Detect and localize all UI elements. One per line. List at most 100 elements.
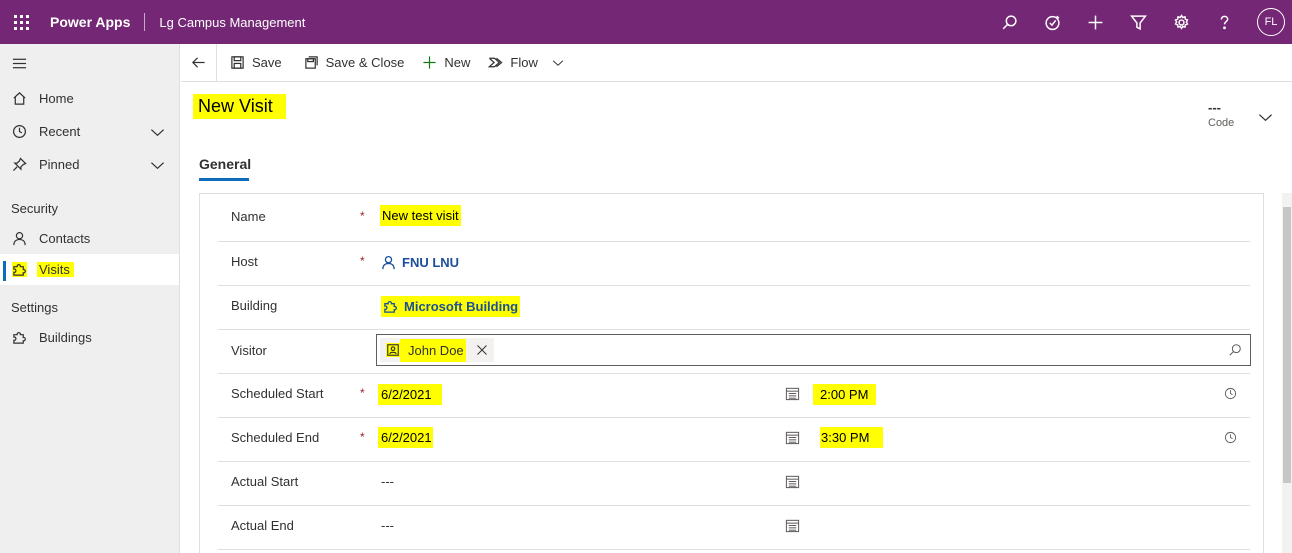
visitor-lookup-input[interactable]: John Doe [376, 334, 1251, 366]
required-marker: * [360, 209, 365, 223]
chevron-down-icon[interactable] [150, 125, 165, 140]
scrollbar-thumb[interactable] [1283, 207, 1291, 483]
required-marker: * [360, 386, 365, 400]
building-link[interactable]: Microsoft Building [404, 299, 518, 314]
field-row-scheduled-end: Scheduled End * 6/2/2021 3:30 PM [218, 418, 1250, 462]
field-label-host: Host [231, 254, 258, 269]
building-lookup[interactable]: Microsoft Building [381, 296, 521, 317]
sidebar-item-label: Contacts [39, 230, 91, 246]
field-label-building: Building [231, 298, 278, 313]
calendar-icon[interactable] [785, 386, 800, 404]
code-value: --- [1208, 100, 1221, 115]
new-label: New [444, 55, 471, 70]
back-button[interactable] [181, 43, 217, 82]
sidebar-group-settings: Settings [11, 300, 58, 315]
page-title: New Visit [193, 94, 286, 119]
field-row-visitor: Visitor John Doe [218, 330, 1251, 374]
puzzle-icon [12, 262, 27, 277]
top-app-bar: Power Apps Lg Campus Management FL [0, 0, 1292, 44]
clock-icon[interactable] [1224, 387, 1237, 403]
visitor-chip[interactable]: John Doe [380, 338, 494, 362]
puzzle-icon [384, 300, 397, 313]
scheduled-start-time-input[interactable]: 2:00 PM [813, 384, 877, 405]
actual-start-date-input[interactable]: --- [381, 474, 394, 489]
calendar-icon[interactable] [785, 430, 800, 448]
clock-icon[interactable] [1224, 431, 1237, 447]
save-button[interactable]: Save [221, 44, 291, 82]
field-row-scheduled-start: Scheduled Start * 6/2/2021 2:00 PM [218, 374, 1250, 418]
sidebar-item-contacts[interactable]: Contacts [0, 222, 179, 254]
search-icon[interactable] [988, 0, 1031, 44]
scheduled-start-date-input[interactable]: 6/2/2021 [378, 384, 442, 405]
calendar-icon[interactable] [785, 474, 800, 492]
new-button[interactable]: New [413, 44, 479, 82]
sidebar-item-label: Home [39, 91, 74, 106]
help-icon[interactable] [1203, 0, 1246, 44]
clock-icon [12, 124, 27, 139]
assistant-icon[interactable] [1031, 0, 1074, 44]
host-link[interactable]: FNU LNU [402, 255, 459, 270]
actual-end-date-input[interactable]: --- [381, 518, 394, 533]
field-label-scheduled-start: Scheduled Start [231, 386, 324, 401]
field-label-actual-start: Actual Start [231, 474, 299, 489]
chevron-down-icon[interactable] [150, 158, 165, 173]
visitor-chip-label: John Doe [400, 338, 466, 362]
sidebar: Home Recent Pinned Security Contacts Vis… [0, 44, 180, 553]
top-actions: FL [988, 0, 1292, 44]
plus-icon[interactable] [1074, 0, 1117, 44]
form-section: Name * New test visit Host * FNU LNU Bui… [199, 193, 1264, 553]
field-row-name: Name * New test visit [218, 194, 1250, 242]
puzzle-icon [13, 332, 26, 344]
contact-card-icon [386, 343, 400, 357]
person-icon [13, 231, 26, 245]
sidebar-item-label: Visits [37, 262, 74, 277]
environment-name[interactable]: Lg Campus Management [145, 15, 305, 30]
field-row-actual-start: Actual Start --- [218, 462, 1250, 506]
sidebar-item-home[interactable]: Home [0, 82, 179, 115]
field-label-actual-end: Actual End [231, 518, 294, 533]
hamburger-menu-button[interactable] [0, 44, 179, 82]
scheduled-end-date-input[interactable]: 6/2/2021 [378, 427, 433, 448]
field-row-building: Building Microsoft Building [218, 286, 1250, 330]
scheduled-end-time-input[interactable]: 3:30 PM [820, 427, 884, 448]
header-expand-button[interactable] [1258, 110, 1273, 128]
hamburger-icon [12, 58, 27, 68]
field-row-host: Host * FNU LNU [218, 242, 1250, 286]
arrow-left-icon [192, 57, 205, 68]
code-label: Code [1208, 117, 1235, 129]
chevron-down-icon [1258, 114, 1273, 122]
save-close-button[interactable]: Save & Close [295, 44, 414, 82]
host-lookup[interactable]: FNU LNU [381, 255, 459, 270]
calendar-icon[interactable] [785, 518, 800, 536]
chevron-down-icon[interactable] [552, 57, 564, 69]
user-menu[interactable]: FL [1246, 0, 1292, 44]
sidebar-item-buildings[interactable]: Buildings [0, 321, 179, 354]
flow-label: Flow [510, 55, 538, 70]
close-icon[interactable] [476, 344, 488, 356]
sidebar-item-visits[interactable]: Visits [0, 254, 179, 285]
filter-icon[interactable] [1117, 0, 1160, 44]
avatar[interactable]: FL [1257, 8, 1285, 36]
person-icon [382, 255, 395, 270]
flow-icon [488, 57, 503, 68]
search-icon[interactable] [1228, 343, 1242, 357]
sidebar-item-recent[interactable]: Recent [0, 115, 179, 148]
required-marker: * [360, 254, 365, 268]
save-icon [231, 56, 244, 69]
app-name[interactable]: Power Apps [42, 14, 144, 30]
app-launcher-icon[interactable] [0, 0, 42, 44]
header-code-field: --- Code [1208, 100, 1234, 129]
field-label-name: Name [231, 209, 266, 224]
save-label: Save [252, 55, 282, 70]
save-close-label: Save & Close [325, 55, 405, 70]
name-input[interactable]: New test visit [380, 205, 461, 226]
tab-general[interactable]: General [199, 156, 251, 181]
flow-button[interactable]: Flow [479, 44, 572, 82]
pin-icon [12, 157, 27, 172]
sidebar-item-label: Pinned [39, 157, 80, 172]
field-label-scheduled-end: Scheduled End [231, 430, 320, 445]
sidebar-item-pinned[interactable]: Pinned [0, 148, 179, 181]
settings-icon[interactable] [1160, 0, 1203, 44]
sidebar-item-label: Buildings [39, 330, 92, 345]
required-marker: * [360, 430, 365, 444]
